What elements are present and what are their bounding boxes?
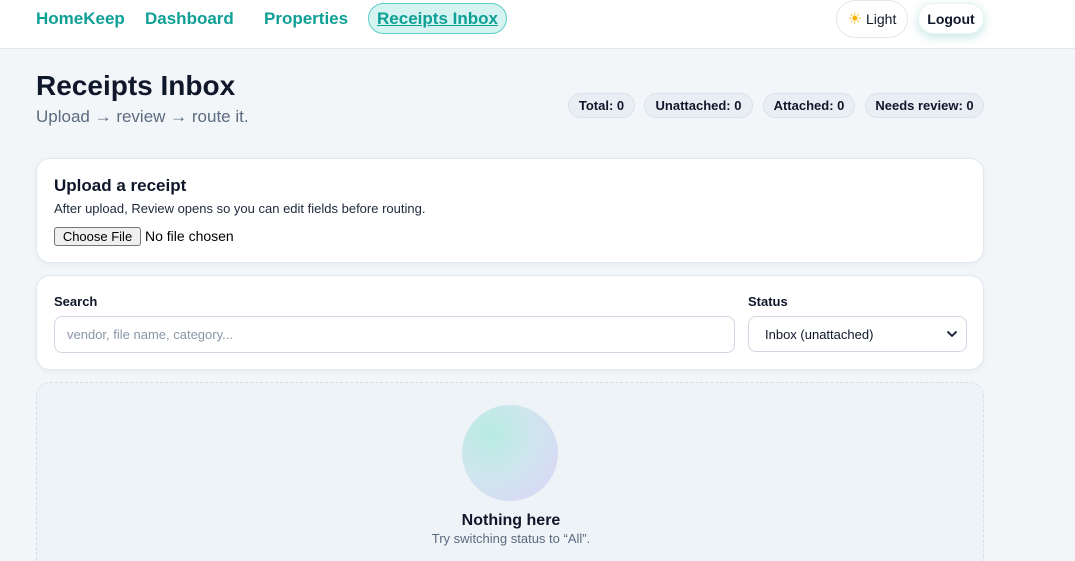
- upload-title: Upload a receipt: [54, 176, 187, 195]
- stat-needs-review: Needs review: 0: [865, 93, 984, 118]
- filter-card: Search Status Inbox (unattached): [36, 275, 984, 370]
- stat-attached: Attached: 0: [763, 93, 855, 118]
- nav-dashboard[interactable]: Dashboard: [145, 9, 234, 29]
- chevron-down-icon: [947, 331, 957, 337]
- file-status: No file chosen: [145, 228, 234, 244]
- empty-state-title: Nothing here: [461, 512, 561, 529]
- page-subtitle: Upload → review → route it.: [36, 107, 249, 126]
- empty-state-message: Try switching status to “All”.: [431, 531, 591, 546]
- search-label: Search: [54, 294, 98, 309]
- upload-card: Upload a receipt After upload, Review op…: [36, 158, 984, 263]
- theme-toggle-button[interactable]: ☀ Light: [836, 0, 908, 38]
- empty-state-illustration: [462, 405, 558, 501]
- upload-hint: After upload, Review opens so you can ed…: [54, 201, 426, 216]
- stat-total: Total: 0: [568, 93, 635, 118]
- nav-properties[interactable]: Properties: [264, 9, 348, 29]
- status-selected-value: Inbox (unattached): [765, 327, 874, 342]
- search-input[interactable]: [54, 316, 735, 353]
- choose-file-button[interactable]: Choose File: [54, 227, 141, 246]
- top-navigation: HomeKeep Dashboard Properties Receipts I…: [0, 0, 1075, 49]
- status-select[interactable]: Inbox (unattached): [748, 316, 967, 352]
- nav-receipts-inbox[interactable]: Receipts Inbox: [368, 3, 507, 34]
- stat-unattached: Unattached: 0: [644, 93, 753, 118]
- empty-state: Nothing here Try switching status to “Al…: [36, 382, 984, 561]
- logout-button[interactable]: Logout: [918, 3, 984, 34]
- page-title: Receipts Inbox: [36, 70, 236, 101]
- sun-icon: ☀: [847, 11, 862, 28]
- brand-link[interactable]: HomeKeep: [36, 9, 125, 29]
- status-label: Status: [748, 294, 788, 309]
- theme-toggle-label: Light: [865, 11, 897, 27]
